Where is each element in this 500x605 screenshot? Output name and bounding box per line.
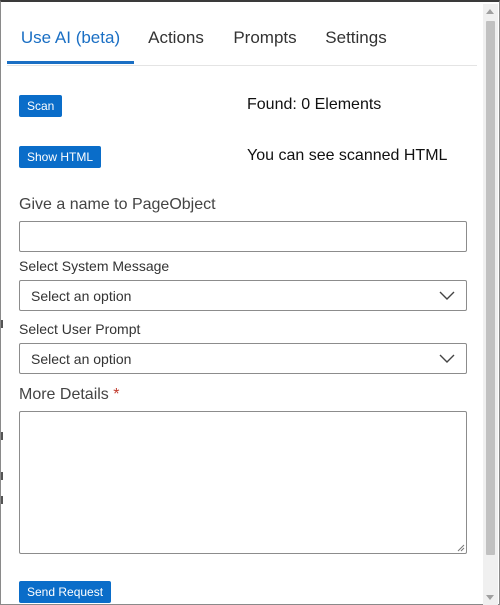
user-prompt-label: Select User Prompt (19, 321, 141, 337)
found-elements-status: Found: 0 Elements (247, 96, 382, 113)
user-prompt-select[interactable]: Select an option (19, 343, 467, 374)
resize-grip-icon[interactable] (456, 543, 465, 552)
send-request-button[interactable]: Send Request (19, 581, 112, 603)
chevron-down-icon (439, 354, 455, 363)
tab-settings[interactable]: Settings (323, 16, 389, 64)
show-html-button[interactable]: Show HTML (19, 146, 102, 168)
tab-prompts[interactable]: Prompts (231, 16, 299, 64)
page-object-name-input[interactable] (19, 221, 467, 252)
more-details-textarea[interactable] (19, 411, 467, 554)
required-asterisk: * (113, 386, 120, 403)
tab-use-ai[interactable]: Use AI (beta) (7, 16, 134, 64)
system-message-select[interactable]: Select an option (19, 280, 467, 311)
scanned-html-hint: You can see scanned HTML (247, 147, 448, 164)
more-details-label-text: More Details (19, 386, 109, 403)
scan-button[interactable]: Scan (19, 95, 63, 117)
tab-bar: Use AI (beta) Actions Prompts Settings (7, 16, 477, 66)
left-edge-mark (1, 432, 3, 440)
left-edge-mark (1, 472, 3, 480)
scrollbar-thumb[interactable] (486, 21, 495, 555)
system-message-label: Select System Message (19, 258, 170, 274)
left-edge-mark (1, 496, 3, 504)
scroll-down-arrow-icon[interactable] (486, 595, 494, 600)
more-details-label: More Details * (19, 386, 120, 404)
page-object-label: Give a name to PageObject (19, 196, 216, 213)
left-edge-mark (1, 320, 3, 328)
user-prompt-selected-value: Select an option (31, 351, 132, 367)
tab-actions[interactable]: Actions (145, 16, 207, 64)
chevron-down-icon (439, 291, 455, 300)
system-message-selected-value: Select an option (31, 288, 132, 304)
scrollbar[interactable] (483, 4, 498, 605)
scroll-up-arrow-icon[interactable] (486, 9, 494, 14)
extension-panel: Use AI (beta) Actions Prompts Settings S… (0, 0, 500, 605)
